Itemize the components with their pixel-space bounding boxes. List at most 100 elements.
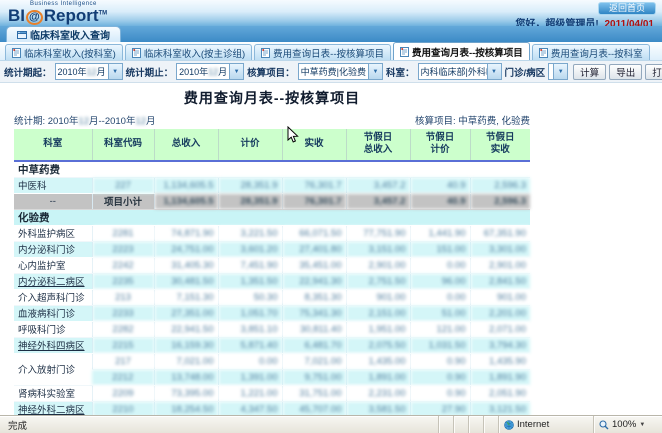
code-cell: 2242: [92, 257, 154, 273]
table-row: 内分泌科门诊222324,751.003,601.2027,401.803,15…: [14, 241, 530, 257]
value-cell: 51.00: [410, 305, 470, 321]
value-cell: 2,596.3: [470, 193, 530, 209]
period-start-select[interactable]: 2010年12月 ▼: [55, 63, 123, 80]
value-cell: 3,301.00: [470, 241, 530, 257]
table-row: 神经外科四病区221516,159.305,871.406,481.702,07…: [14, 337, 530, 353]
module-icon: [17, 30, 27, 40]
subtotal-dash: --: [14, 193, 92, 209]
value-cell: 1,435.90: [470, 353, 530, 369]
chevron-down-icon[interactable]: ▼: [553, 64, 567, 79]
status-pane: [468, 416, 483, 433]
value-cell: 31,405.30: [154, 257, 218, 273]
code-cell: 2215: [92, 337, 154, 353]
value-cell: 22,941.50: [154, 321, 218, 337]
report-tab-1[interactable]: 临床科室收入(按主诊组): [125, 44, 252, 60]
value-cell: 2,071.00: [470, 321, 530, 337]
report-subheader: 统计期: 2010年12月--2010年12月 核算项目: 中草药费, 化验费: [14, 113, 530, 127]
report-tab-bar: 临床科室收入(按科室)临床科室收入(按主诊组)费用查询日表--按核算项目费用查询…: [0, 42, 662, 61]
value-cell: 3,794.30: [470, 337, 530, 353]
status-text: 完成: [0, 418, 438, 432]
subtotal-label: 项目小计: [92, 193, 154, 209]
value-cell: 50.30: [218, 289, 282, 305]
zoom-control[interactable]: 100% ▼: [593, 416, 662, 433]
dept-cell[interactable]: 内分泌科二病区: [14, 273, 92, 289]
value-cell: 151.00: [410, 241, 470, 257]
value-cell: 901.00: [346, 289, 410, 305]
value-cell: 901.00: [470, 289, 530, 305]
value-cell: 1,891.00: [346, 369, 410, 385]
code-cell: 2209: [92, 385, 154, 401]
value-cell: 76,301.7: [282, 193, 346, 209]
action-button-1[interactable]: 导出: [609, 64, 642, 80]
table-row: 心内监护室224231,405.307,451.9035,451.002,901…: [14, 257, 530, 273]
chevron-down-icon[interactable]: ▼: [487, 64, 501, 79]
action-button-2[interactable]: 打印: [645, 64, 662, 80]
chevron-down-icon[interactable]: ▼: [229, 64, 243, 79]
document-icon: [261, 48, 270, 58]
dept-label: 科室：: [386, 65, 415, 79]
dept-select[interactable]: 内科临床部|外科临床部 ▼: [418, 63, 502, 80]
group-row: 化验费: [14, 209, 530, 225]
period-end-value: 2010年12月: [177, 64, 229, 79]
value-cell: 2,231.00: [346, 385, 410, 401]
value-cell: 3,151.00: [346, 241, 410, 257]
column-header: 科室代码: [92, 129, 154, 161]
value-cell: 7,151.30: [154, 289, 218, 305]
dept-cell: 呼吸科门诊: [14, 321, 92, 337]
value-cell: 5,871.40: [218, 337, 282, 353]
value-cell: 2,051.90: [470, 385, 530, 401]
clinic-select[interactable]: ▼: [548, 63, 568, 80]
value-cell: 3,457.2: [346, 177, 410, 193]
magnifier-icon: [599, 420, 609, 430]
value-cell: 24,751.00: [154, 241, 218, 257]
value-cell: 77,751.90: [346, 225, 410, 241]
value-cell: 2,901.00: [470, 257, 530, 273]
report-tab-2[interactable]: 费用查询日表--按核算项目: [254, 44, 391, 60]
dept-cell: 肾病科实验室: [14, 385, 92, 401]
module-tab-label: 临床科室收入查询: [30, 27, 110, 42]
value-cell: 1,391.00: [218, 369, 282, 385]
value-cell: 0.90: [410, 385, 470, 401]
home-button[interactable]: 返回首页: [598, 2, 656, 15]
chevron-down-icon[interactable]: ▼: [108, 64, 122, 79]
document-icon: [539, 48, 548, 58]
code-cell: 2282: [92, 321, 154, 337]
code-cell: 2281: [92, 225, 154, 241]
value-cell: 1,031.50: [410, 337, 470, 353]
period-summary: 统计期: 2010年12月--2010年12月: [14, 113, 156, 127]
value-cell: 1,951.00: [346, 321, 410, 337]
report-tab-0[interactable]: 临床科室收入(按科室): [5, 44, 123, 60]
item-select[interactable]: 中草药费|化验费 ▼: [298, 63, 383, 80]
value-cell: 1,134,605.5: [154, 177, 218, 193]
table-row: 内分泌科二病区223530,481.501,351.5022,941.302,7…: [14, 273, 530, 289]
value-cell: 8,351.30: [282, 289, 346, 305]
app-window: Business Intelligence BI@ReportTM 返回首页 您…: [0, 0, 662, 433]
dept-cell: 外科监护病区: [14, 225, 92, 241]
period-start-label: 统计期起：: [4, 65, 52, 79]
dept-cell: 中医科: [14, 177, 92, 193]
chevron-down-icon[interactable]: ▼: [368, 64, 382, 79]
value-cell: 0.90: [410, 353, 470, 369]
value-cell: 73,395.00: [154, 385, 218, 401]
code-cell: 2233: [92, 305, 154, 321]
value-cell: 2,201.00: [470, 305, 530, 321]
report-tab-3[interactable]: 费用查询月表--按核算项目: [393, 42, 530, 60]
value-cell: 3,221.50: [218, 225, 282, 241]
value-cell: 40.9: [410, 177, 470, 193]
action-button-0[interactable]: 计算: [573, 64, 606, 80]
value-cell: 9,751.00: [282, 369, 346, 385]
period-end-select[interactable]: 2010年12月 ▼: [176, 63, 244, 80]
chevron-down-icon[interactable]: ▼: [639, 422, 645, 428]
value-cell: 0.00: [410, 257, 470, 273]
filter-bar: 统计期起： 2010年12月 ▼ 统计期止： 2010年12月 ▼ 核算项目： …: [0, 61, 662, 83]
at-icon: @: [26, 10, 43, 25]
column-header: 总收入: [154, 129, 218, 161]
dept-cell[interactable]: 神经外科四病区: [14, 337, 92, 353]
column-header: 节假日 实收: [470, 129, 530, 161]
module-tab-income-query[interactable]: 临床科室收入查询: [6, 26, 121, 42]
app-logo: Business Intelligence BI@ReportTM: [8, 1, 107, 26]
module-tab-strip: 临床科室收入查询: [0, 26, 662, 42]
value-cell: 7,451.90: [218, 257, 282, 273]
report-tab-4[interactable]: 费用查询月表--按科室: [532, 44, 650, 60]
value-cell: 7,021.00: [282, 353, 346, 369]
